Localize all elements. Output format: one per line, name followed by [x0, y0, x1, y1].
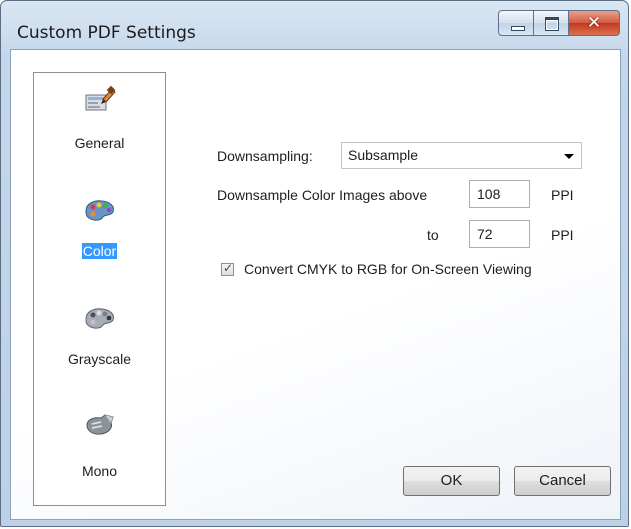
downsample-above-input[interactable]: 108 [469, 180, 530, 208]
sidebar-item-mono[interactable]: Mono [34, 407, 165, 497]
ppi-unit-label: PPI [551, 227, 574, 243]
convert-cmyk-label[interactable]: Convert CMYK to RGB for On-Screen Viewin… [244, 261, 532, 277]
sidebar-item-label: General [74, 135, 125, 151]
dialog-client-area: General Color Grayscale Mono Downsamplin… [10, 49, 621, 520]
color-palette-icon [84, 200, 114, 221]
downsample-to-input[interactable]: 72 [469, 220, 530, 248]
minimize-icon [511, 26, 525, 31]
sidebar-item-color[interactable]: Color [34, 191, 165, 281]
general-settings-icon [85, 85, 116, 111]
sidebar-item-label: Mono [81, 463, 118, 479]
category-sidebar: General Color Grayscale Mono [33, 72, 166, 506]
downsampling-selected-value: Subsample [348, 147, 419, 163]
ok-button[interactable]: OK [403, 466, 500, 496]
minimize-button[interactable] [498, 10, 534, 36]
cancel-button[interactable]: Cancel [514, 466, 611, 496]
chevron-down-icon [564, 154, 574, 159]
convert-cmyk-checkbox[interactable]: ✓ [221, 261, 234, 276]
close-icon: ✕ [586, 13, 602, 33]
close-button[interactable]: ✕ [568, 10, 620, 36]
maximize-icon [545, 17, 559, 31]
to-label: to [427, 227, 439, 243]
dialog-window: Custom PDF Settings ✕ General Color Gray… [0, 0, 629, 527]
downsampling-select[interactable]: Subsample [341, 142, 582, 169]
sidebar-item-label: Color [81, 243, 118, 259]
mono-icon [85, 414, 114, 435]
sidebar-item-general[interactable]: General [34, 83, 165, 173]
grayscale-palette-icon [84, 308, 114, 329]
downsampling-label: Downsampling: [217, 148, 313, 164]
ppi-unit-label: PPI [551, 187, 574, 203]
sidebar-item-grayscale[interactable]: Grayscale [34, 299, 165, 389]
window-title: Custom PDF Settings [17, 23, 196, 43]
downsample-above-label: Downsample Color Images above [217, 187, 428, 203]
maximize-button[interactable] [533, 10, 569, 36]
sidebar-item-label: Grayscale [67, 351, 132, 367]
checkmark-icon: ✓ [223, 261, 234, 275]
